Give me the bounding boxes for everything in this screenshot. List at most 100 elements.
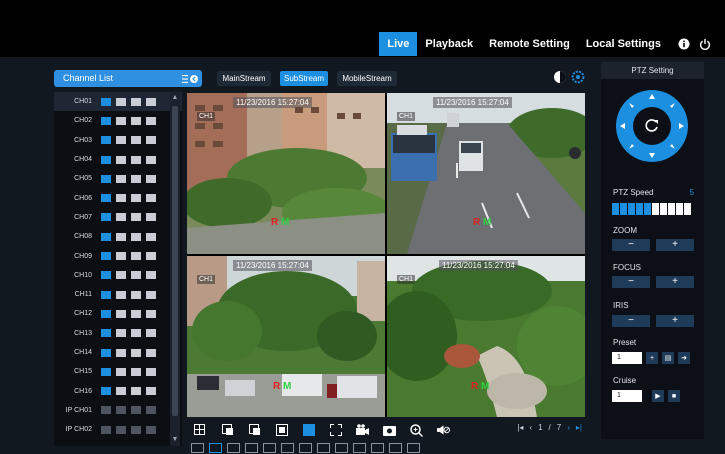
record-icon[interactable] — [116, 252, 126, 261]
channel-list-scrollbar[interactable]: ▲ ▼ — [170, 92, 180, 446]
speed-segment[interactable] — [676, 203, 683, 215]
last-page-icon[interactable]: ▸| — [576, 423, 582, 432]
layout-20-icon[interactable] — [335, 443, 348, 453]
channel-row[interactable]: CH13 — [54, 324, 182, 343]
channel-row[interactable]: CH07 — [54, 208, 182, 227]
snapshot-icon[interactable] — [131, 213, 141, 222]
image-icon[interactable] — [146, 252, 156, 261]
record-icon[interactable] — [116, 174, 126, 183]
first-page-icon[interactable]: |◂ — [517, 423, 523, 432]
speed-segment[interactable] — [668, 203, 675, 215]
play-icon[interactable] — [101, 309, 111, 318]
record-icon[interactable] — [116, 213, 126, 222]
speed-segment[interactable] — [620, 203, 627, 215]
channel-row[interactable]: CH11 — [54, 285, 182, 304]
record-icon[interactable] — [116, 309, 126, 318]
record-icon[interactable] — [116, 348, 126, 357]
snapshot-icon[interactable] — [131, 155, 141, 164]
image-icon[interactable] — [146, 97, 156, 106]
snapshot-icon[interactable] — [131, 232, 141, 241]
channel-row[interactable]: CH08 — [54, 227, 182, 246]
channel-row[interactable]: IP CH02 — [54, 420, 182, 439]
snapshot-icon[interactable] — [131, 406, 141, 415]
record-icon[interactable] — [116, 387, 126, 396]
record-icon[interactable] — [116, 97, 126, 106]
record-icon[interactable] — [116, 406, 126, 415]
iris-plus-button[interactable]: + — [656, 315, 694, 327]
ptz-speed-slider[interactable] — [612, 203, 692, 215]
snapshot-icon[interactable] — [131, 329, 141, 338]
speed-segment[interactable] — [660, 203, 667, 215]
preset-add-icon[interactable]: + — [646, 352, 658, 364]
screen-split-icon[interactable] — [194, 424, 207, 436]
record-icon[interactable] — [116, 194, 126, 203]
ptz-auto-button[interactable] — [633, 107, 671, 145]
record-icon[interactable] — [116, 329, 126, 338]
snapshot-icon[interactable] — [131, 367, 141, 376]
channel-row[interactable]: CH04 — [54, 150, 182, 169]
play-icon[interactable] — [101, 155, 111, 164]
channel-row[interactable]: CH16 — [54, 381, 182, 400]
speed-segment[interactable] — [644, 203, 651, 215]
channel-row[interactable]: CH02 — [54, 111, 182, 130]
play-icon[interactable] — [101, 136, 111, 145]
cruise-play-icon[interactable]: ▶ — [652, 390, 664, 402]
info-icon[interactable] — [677, 38, 690, 51]
image-icon[interactable] — [146, 406, 156, 415]
tab-mainstream[interactable]: MainStream — [217, 71, 271, 86]
list-collapse-icon[interactable] — [182, 73, 198, 84]
mute-icon[interactable] — [437, 424, 450, 436]
image-icon[interactable] — [146, 136, 156, 145]
channel-row[interactable]: CH14 — [54, 343, 182, 362]
image-icon[interactable] — [146, 425, 156, 434]
layout-16-icon[interactable] — [317, 443, 330, 453]
layout-8-icon[interactable] — [245, 443, 258, 453]
ptz-direction-wheel[interactable] — [616, 90, 688, 162]
image-icon[interactable] — [146, 194, 156, 203]
layout-10-icon[interactable] — [281, 443, 294, 453]
snapshot-icon[interactable] — [383, 424, 396, 436]
prev-page-icon[interactable]: ‹ — [529, 423, 532, 432]
image-icon[interactable] — [146, 367, 156, 376]
nav-live[interactable]: Live — [379, 32, 418, 56]
channel-row[interactable]: CH01 — [54, 92, 182, 112]
play-icon[interactable] — [101, 116, 111, 125]
speed-segment[interactable] — [652, 203, 659, 215]
tab-mobilestream[interactable]: MobileStream — [337, 71, 397, 86]
video-cell-3[interactable]: 11/23/2016 15:27:04 CH1 R M — [187, 256, 385, 417]
channel-row[interactable]: CH12 — [54, 304, 182, 323]
play-icon[interactable] — [101, 271, 111, 280]
fullscreen-icon[interactable] — [329, 424, 342, 436]
record-icon[interactable] — [116, 232, 126, 241]
channel-row[interactable]: CH05 — [54, 169, 182, 188]
image-icon[interactable] — [146, 155, 156, 164]
image-icon[interactable] — [146, 174, 156, 183]
record-icon[interactable] — [356, 424, 369, 436]
scroll-down-icon[interactable]: ▼ — [171, 436, 179, 444]
speed-segment[interactable] — [628, 203, 635, 215]
next-screen-icon[interactable] — [248, 424, 261, 436]
layout-1-icon[interactable] — [191, 443, 204, 453]
channel-row[interactable]: CH10 — [54, 266, 182, 285]
play-icon[interactable] — [101, 387, 111, 396]
layout-13-icon[interactable] — [299, 443, 312, 453]
snapshot-icon[interactable] — [131, 387, 141, 396]
snapshot-icon[interactable] — [131, 194, 141, 203]
preset-delete-icon[interactable]: ▤ — [662, 352, 674, 364]
iris-minus-button[interactable]: − — [612, 315, 650, 327]
channel-row[interactable]: CH03 — [54, 131, 182, 150]
snapshot-icon[interactable] — [131, 116, 141, 125]
speed-segment[interactable] — [612, 203, 619, 215]
previous-screen-icon[interactable] — [221, 424, 234, 436]
image-icon[interactable] — [146, 232, 156, 241]
channel-row[interactable]: CH15 — [54, 362, 182, 381]
layout-9-icon[interactable] — [263, 443, 276, 453]
play-icon[interactable] — [101, 174, 111, 183]
next-page-icon[interactable]: › — [567, 423, 570, 432]
image-icon[interactable] — [146, 329, 156, 338]
image-icon[interactable] — [146, 387, 156, 396]
layout-6-icon[interactable] — [227, 443, 240, 453]
snapshot-icon[interactable] — [131, 425, 141, 434]
layout-36-icon[interactable] — [389, 443, 402, 453]
layout-4-icon[interactable] — [209, 443, 222, 453]
